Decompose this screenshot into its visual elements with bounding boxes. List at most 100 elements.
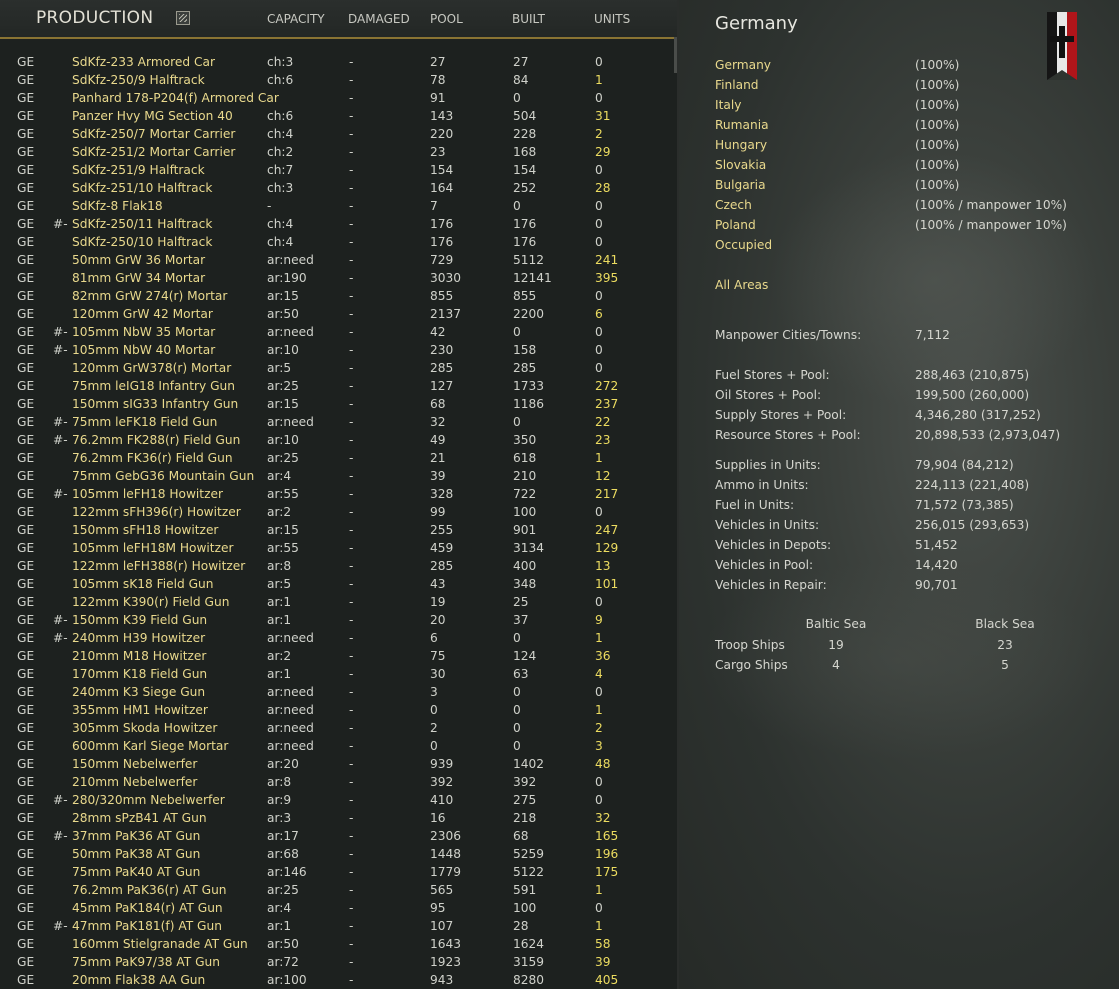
table-row[interactable]: GE 150mm sFH18 Howitzer ar:15 - 255 901 247	[0, 521, 677, 539]
table-row[interactable]: GE 28mm sPzB41 AT Gun ar:3 - 16 218 32	[0, 809, 677, 827]
table-row[interactable]: GE SdKfz-8 Flak18 - - 7 0 0	[0, 197, 677, 215]
table-row[interactable]: GE #- SdKfz-250/11 Halftrack ch:4 - 176 176 0	[0, 215, 677, 233]
table-row[interactable]: GE SdKfz-251/10 Halftrack ch:3 - 164 252 28	[0, 179, 677, 197]
unit-name[interactable]: SdKfz-250/11 Halftrack	[72, 215, 212, 233]
unit-name[interactable]: 122mm K390(r) Field Gun	[72, 593, 229, 611]
unit-name[interactable]: 122mm leFH388(r) Howitzer	[72, 557, 245, 575]
area-link[interactable]: Czech	[715, 198, 752, 212]
unit-name[interactable]: 210mm Nebelwerfer	[72, 773, 197, 791]
unit-name[interactable]: 160mm Stielgranade AT Gun	[72, 935, 248, 953]
table-row[interactable]: GE 81mm GrW 34 Mortar ar:190 - 3030 12141 395	[0, 269, 677, 287]
table-row[interactable]: GE 305mm Skoda Howitzer ar:need - 2 0 2	[0, 719, 677, 737]
table-row[interactable]: GE Panzer Hvy MG Section 40 ch:6 - 143 504 31	[0, 107, 677, 125]
unit-name[interactable]: SdKfz-250/10 Halftrack	[72, 233, 212, 251]
column-damaged[interactable]: DAMAGED	[348, 12, 410, 26]
table-row[interactable]: GE 75mm PaK40 AT Gun ar:146 - 1779 5122 175	[0, 863, 677, 881]
table-row[interactable]: GE 150mm Nebelwerfer ar:20 - 939 1402 48	[0, 755, 677, 773]
column-capacity[interactable]: CAPACITY	[267, 12, 325, 26]
unit-name[interactable]: 150mm sIG33 Infantry Gun	[72, 395, 238, 413]
table-row[interactable]: GE #- 76.2mm FK288(r) Field Gun ar:10 - 49 350…	[0, 431, 677, 449]
table-row[interactable]: GE 150mm sIG33 Infantry Gun ar:15 - 68 1186 23…	[0, 395, 677, 413]
table-row[interactable]: GE 170mm K18 Field Gun ar:1 - 30 63 4	[0, 665, 677, 683]
unit-name[interactable]: 37mm PaK36 AT Gun	[72, 827, 200, 845]
unit-name[interactable]: 82mm GrW 274(r) Mortar	[72, 287, 227, 305]
unit-name[interactable]: 120mm GrW378(r) Mortar	[72, 359, 231, 377]
table-row[interactable]: GE 355mm HM1 Howitzer ar:need - 0 0 1	[0, 701, 677, 719]
unit-name[interactable]: 150mm K39 Field Gun	[72, 611, 207, 629]
table-row[interactable]: GE 75mm PaK97/38 AT Gun ar:72 - 1923 3159 39	[0, 953, 677, 971]
unit-name[interactable]: Panhard 178-P204(f) Armored Car	[72, 89, 279, 107]
table-row[interactable]: GE 122mm leFH388(r) Howitzer ar:8 - 285 400 13	[0, 557, 677, 575]
table-row[interactable]: GE 75mm leIG18 Infantry Gun ar:25 - 127 1733 2…	[0, 377, 677, 395]
table-row[interactable]: GE #- 150mm K39 Field Gun ar:1 - 20 37 9	[0, 611, 677, 629]
table-row[interactable]: GE 20mm Flak38 AA Gun ar:100 - 943 8280 405	[0, 971, 677, 989]
all-areas-link[interactable]: All Areas	[715, 278, 768, 292]
table-row[interactable]: GE 122mm K390(r) Field Gun ar:1 - 19 25 0	[0, 593, 677, 611]
table-row[interactable]: GE 120mm GrW 42 Mortar ar:50 - 2137 2200 6	[0, 305, 677, 323]
area-link[interactable]: Germany	[715, 58, 771, 72]
table-row[interactable]: GE 210mm M18 Howitzer ar:2 - 75 124 36	[0, 647, 677, 665]
unit-name[interactable]: 150mm sFH18 Howitzer	[72, 521, 218, 539]
table-row[interactable]: GE #- 240mm H39 Howitzer ar:need - 6 0 1	[0, 629, 677, 647]
unit-name[interactable]: SdKfz-250/9 Halftrack	[72, 71, 205, 89]
unit-name[interactable]: 280/320mm Nebelwerfer	[72, 791, 225, 809]
unit-name[interactable]: 170mm K18 Field Gun	[72, 665, 207, 683]
table-row[interactable]: GE SdKfz-250/9 Halftrack ch:6 - 78 84 1	[0, 71, 677, 89]
unit-name[interactable]: 81mm GrW 34 Mortar	[72, 269, 205, 287]
table-row[interactable]: GE 76.2mm PaK36(r) AT Gun ar:25 - 565 591 1	[0, 881, 677, 899]
unit-name[interactable]: 122mm sFH396(r) Howitzer	[72, 503, 241, 521]
table-row[interactable]: GE 105mm sK18 Field Gun ar:5 - 43 348 101	[0, 575, 677, 593]
unit-name[interactable]: 76.2mm FK288(r) Field Gun	[72, 431, 240, 449]
area-link[interactable]: Bulgaria	[715, 178, 766, 192]
table-row[interactable]: GE 600mm Karl Siege Mortar ar:need - 0 0 3	[0, 737, 677, 755]
unit-name[interactable]: 105mm leFH18 Howitzer	[72, 485, 223, 503]
unit-name[interactable]: 75mm PaK97/38 AT Gun	[72, 953, 220, 971]
unit-name[interactable]: 50mm GrW 36 Mortar	[72, 251, 205, 269]
unit-name[interactable]: 47mm PaK181(f) AT Gun	[72, 917, 222, 935]
table-row[interactable]: GE 45mm PaK184(r) AT Gun ar:4 - 95 100 0	[0, 899, 677, 917]
unit-name[interactable]: 75mm leIG18 Infantry Gun	[72, 377, 235, 395]
unit-name[interactable]: 75mm PaK40 AT Gun	[72, 863, 200, 881]
column-pool[interactable]: POOL	[430, 12, 463, 26]
area-link[interactable]: Finland	[715, 78, 759, 92]
unit-name[interactable]: 305mm Skoda Howitzer	[72, 719, 217, 737]
table-row[interactable]: GE 105mm leFH18M Howitzer ar:55 - 459 3134 129	[0, 539, 677, 557]
table-row[interactable]: GE 160mm Stielgranade AT Gun ar:50 - 1643 162…	[0, 935, 677, 953]
report-icon[interactable]	[176, 11, 190, 25]
unit-name[interactable]: SdKfz-8 Flak18	[72, 197, 163, 215]
table-row[interactable]: GE 240mm K3 Siege Gun ar:need - 3 0 0	[0, 683, 677, 701]
table-row[interactable]: GE 50mm PaK38 AT Gun ar:68 - 1448 5259 196	[0, 845, 677, 863]
unit-name[interactable]: 240mm K3 Siege Gun	[72, 683, 205, 701]
unit-name[interactable]: 105mm sK18 Field Gun	[72, 575, 214, 593]
table-row[interactable]: GE #- 105mm NbW 35 Mortar ar:need - 42 0 0	[0, 323, 677, 341]
unit-name[interactable]: 150mm Nebelwerfer	[72, 755, 197, 773]
table-row[interactable]: GE SdKfz-251/2 Mortar Carrier ch:2 - 23 168 29	[0, 143, 677, 161]
table-row[interactable]: GE SdKfz-233 Armored Car ch:3 - 27 27 0	[0, 53, 677, 71]
table-row[interactable]: GE #- 47mm PaK181(f) AT Gun ar:1 - 107 28 1	[0, 917, 677, 935]
table-row[interactable]: GE 82mm GrW 274(r) Mortar ar:15 - 855 855 0	[0, 287, 677, 305]
unit-name[interactable]: 210mm M18 Howitzer	[72, 647, 206, 665]
unit-name[interactable]: 105mm leFH18M Howitzer	[72, 539, 234, 557]
unit-name[interactable]: 76.2mm FK36(r) Field Gun	[72, 449, 233, 467]
table-row[interactable]: GE #- 37mm PaK36 AT Gun ar:17 - 2306 68 165	[0, 827, 677, 845]
unit-name[interactable]: 600mm Karl Siege Mortar	[72, 737, 228, 755]
table-row[interactable]: GE 120mm GrW378(r) Mortar ar:5 - 285 285 0	[0, 359, 677, 377]
table-row[interactable]: GE 210mm Nebelwerfer ar:8 - 392 392 0	[0, 773, 677, 791]
unit-name[interactable]: SdKfz-251/9 Halftrack	[72, 161, 205, 179]
unit-name[interactable]: 28mm sPzB41 AT Gun	[72, 809, 207, 827]
unit-name[interactable]: SdKfz-251/10 Halftrack	[72, 179, 212, 197]
unit-name[interactable]: 240mm H39 Howitzer	[72, 629, 205, 647]
area-link[interactable]: Slovakia	[715, 158, 766, 172]
table-row[interactable]: GE 75mm GebG36 Mountain Gun ar:4 - 39 210 12	[0, 467, 677, 485]
unit-name[interactable]: 75mm GebG36 Mountain Gun	[72, 467, 254, 485]
unit-name[interactable]: 45mm PaK184(r) AT Gun	[72, 899, 223, 917]
table-row[interactable]: GE #- 280/320mm Nebelwerfer ar:9 - 410 275 0	[0, 791, 677, 809]
unit-name[interactable]: 355mm HM1 Howitzer	[72, 701, 208, 719]
unit-name[interactable]: SdKfz-250/7 Mortar Carrier	[72, 125, 235, 143]
table-row[interactable]: GE SdKfz-251/9 Halftrack ch:7 - 154 154 0	[0, 161, 677, 179]
table-row[interactable]: GE #- 105mm leFH18 Howitzer ar:55 - 328 722 217	[0, 485, 677, 503]
table-row[interactable]: GE 122mm sFH396(r) Howitzer ar:2 - 99 100 0	[0, 503, 677, 521]
unit-name[interactable]: 75mm leFK18 Field Gun	[72, 413, 217, 431]
area-link[interactable]: Poland	[715, 218, 756, 232]
table-row[interactable]: GE #- 105mm NbW 40 Mortar ar:10 - 230 158 0	[0, 341, 677, 359]
